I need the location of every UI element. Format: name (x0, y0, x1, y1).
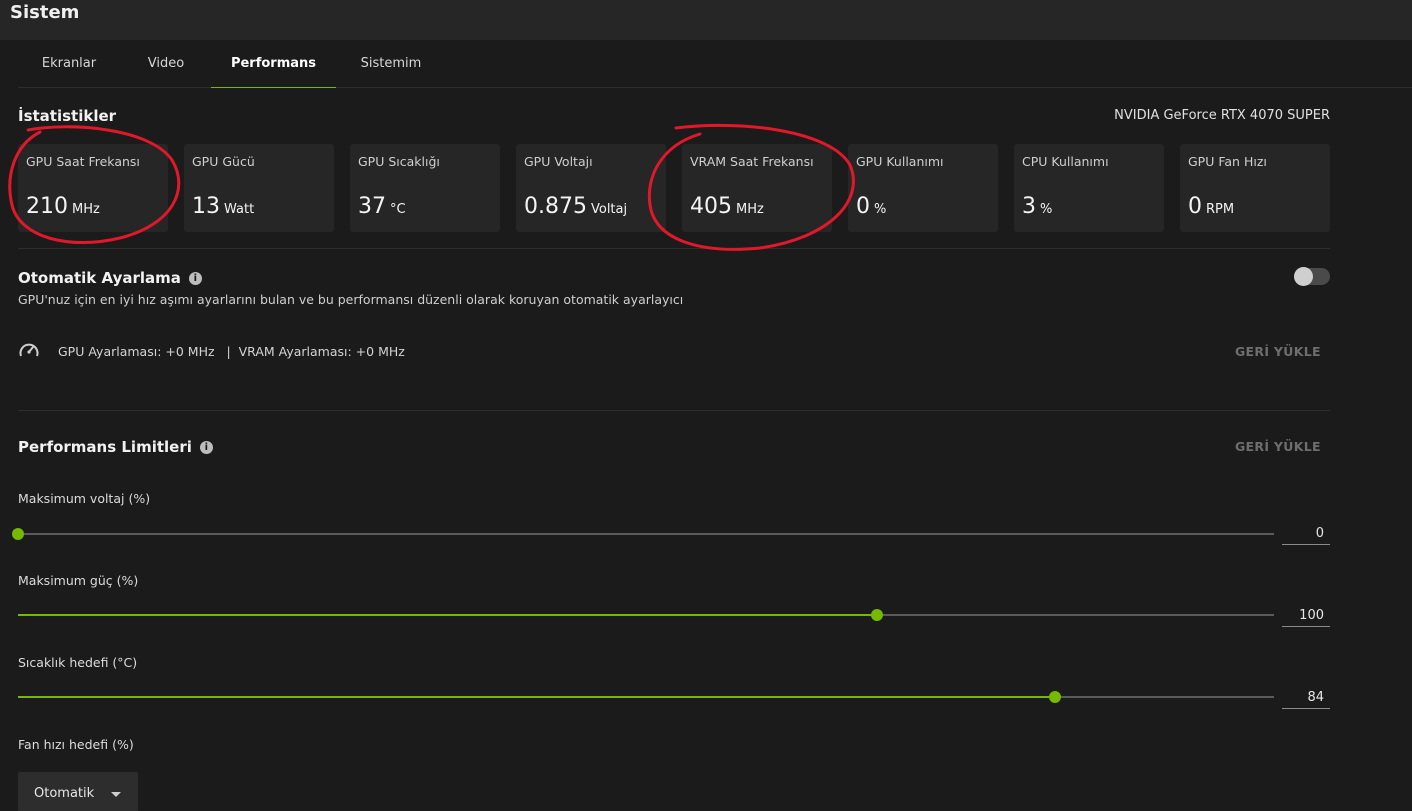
stat-unit: Watt (224, 202, 255, 217)
stat-card-cpu-usage: CPU Kullanımı 3% (1014, 144, 1164, 232)
temp-target-slider[interactable] (18, 691, 1274, 703)
max-voltage-label: Maksimum voltaj (%) (18, 491, 151, 506)
stat-card-gpu-usage: GPU Kullanımı 0% (848, 144, 998, 232)
auto-tune-heading: Otomatik Ayarlama i (18, 269, 202, 287)
slider-fill (18, 696, 1056, 698)
auto-tune-title: Otomatik Ayarlama (18, 269, 181, 287)
max-power-label: Maksimum güç (%) (18, 573, 139, 588)
stat-unit: % (1040, 202, 1053, 217)
slider-thumb[interactable] (1049, 691, 1062, 703)
stat-unit: MHz (736, 202, 764, 217)
stat-value: 0 (856, 194, 870, 219)
divider (18, 248, 1330, 249)
auto-tune-description: GPU'nuz için en iyi hız aşımı ayarlarını… (18, 292, 684, 307)
stat-card-gpu-temp: GPU Sıcaklığı 37 °C (350, 144, 500, 232)
stat-value: 0 (1188, 194, 1202, 219)
stat-label: VRAM Saat Frekansı (690, 154, 814, 169)
title-bar: Sistem (0, 0, 1412, 40)
stat-label: CPU Kullanımı (1022, 154, 1109, 169)
stat-value: 37 (358, 194, 386, 219)
limits-reset-button[interactable]: GERİ YÜKLE (1235, 439, 1321, 454)
info-icon[interactable]: i (188, 272, 202, 285)
stats-title: İstatistikler (18, 107, 117, 125)
window-title: Sistem (10, 2, 80, 23)
fan-target-label: Fan hızı hedefi (%) (18, 737, 134, 752)
stat-unit: RPM (1206, 202, 1235, 217)
stat-value: 13 (192, 194, 220, 219)
stat-unit: MHz (72, 202, 100, 217)
stat-label: GPU Kullanımı (856, 154, 944, 169)
stat-unit: % (874, 202, 887, 217)
stat-unit: Voltaj (590, 202, 628, 217)
stat-unit: °C (390, 202, 406, 217)
stat-value: 3 (1022, 194, 1036, 219)
slider-thumb[interactable] (12, 528, 24, 540)
temp-target-value[interactable]: 84 (1282, 687, 1330, 709)
stat-label: GPU Voltajı (524, 154, 593, 169)
stat-value: 0.875 (524, 194, 587, 219)
tab-video[interactable]: Video (120, 40, 212, 88)
stat-card-gpu-fan: GPU Fan Hızı 0 RPM (1180, 144, 1330, 232)
stat-card-gpu-power: GPU Gücü 13 Watt (184, 144, 334, 232)
stat-value: 405 (690, 194, 732, 219)
stat-card-gpu-voltage: GPU Voltajı 0.875 Voltaj (516, 144, 666, 232)
limits-heading: Performans Limitleri i (18, 438, 213, 456)
max-power-value[interactable]: 100 (1282, 605, 1330, 627)
slider-fill (18, 614, 878, 616)
toggle-knob (1294, 267, 1313, 286)
auto-tune-toggle[interactable] (1294, 267, 1330, 286)
tab-performans[interactable]: Performans (211, 40, 336, 88)
dropdown-value: Otomatik (34, 786, 95, 801)
stat-label: GPU Gücü (192, 154, 255, 169)
tab-sistemim[interactable]: Sistemim (336, 40, 446, 88)
slider-thumb[interactable] (871, 609, 884, 621)
gauge-icon (19, 343, 39, 357)
stat-label: GPU Sıcaklığı (358, 154, 440, 169)
gpu-name: NVIDIA GeForce RTX 4070 SUPER (1114, 108, 1330, 123)
stat-card-vram-clock: VRAM Saat Frekansı 405 MHz (682, 144, 832, 232)
tab-ekranlar[interactable]: Ekranlar (18, 40, 120, 88)
info-icon[interactable]: i (199, 441, 213, 454)
stat-value: 210 (26, 194, 68, 219)
stat-label: GPU Saat Frekansı (26, 154, 140, 169)
tab-bar: Ekranlar Video Performans Sistemim (18, 40, 1412, 88)
fan-target-dropdown[interactable]: Otomatik (18, 772, 138, 811)
limits-title: Performans Limitleri (18, 438, 192, 456)
temp-target-label: Sıcaklık hedefi (°C) (18, 655, 138, 670)
divider (18, 410, 1330, 411)
stat-label: GPU Fan Hızı (1188, 154, 1267, 169)
max-voltage-value[interactable]: 0 (1282, 523, 1330, 545)
auto-tune-reset-button[interactable]: GERİ YÜKLE (1235, 344, 1321, 359)
stat-card-gpu-clock: GPU Saat Frekansı 210 MHz (18, 144, 168, 232)
max-power-slider[interactable] (18, 609, 1274, 621)
tuning-status: GPU Ayarlaması: +0 MHz | VRAM Ayarlaması… (58, 344, 405, 359)
caret-down-icon (111, 792, 121, 797)
max-voltage-slider[interactable] (12, 528, 1274, 540)
